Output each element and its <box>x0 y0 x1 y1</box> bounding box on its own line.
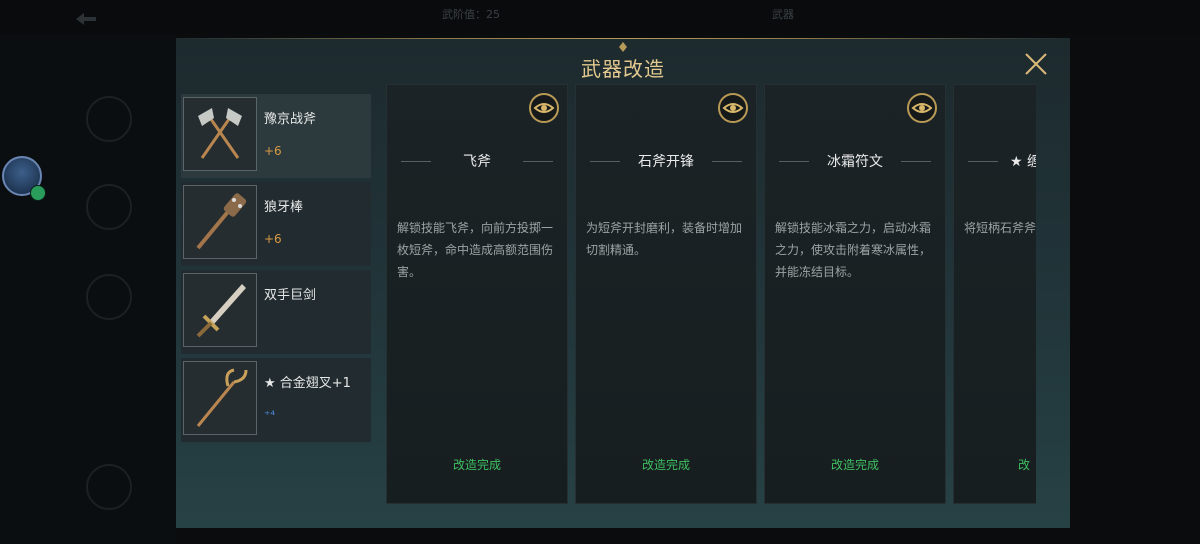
card-status: 改 <box>1018 458 1031 472</box>
weapon-level: +6 <box>264 232 282 246</box>
card-title-row: 飞斧 <box>387 151 567 171</box>
right-area <box>1070 34 1200 544</box>
weapon-level: ⁺⁴ <box>264 408 276 422</box>
card-description: 解锁技能飞斧，向前方投掷一枚短斧，命中造成高额范围伤害。 <box>397 221 554 279</box>
weapon-tab-text: 武器 <box>772 8 794 21</box>
sidebar-dim-icon <box>86 184 132 230</box>
mace-icon <box>183 185 257 259</box>
divider <box>523 161 553 162</box>
card-title-row: 冰霜符文 <box>765 151 945 171</box>
sword-icon <box>183 273 257 347</box>
sidebar-dim-icon <box>86 274 132 320</box>
modification-card[interactable]: 飞斧 解锁技能飞斧，向前方投掷一枚短斧，命中造成高额范围伤害。 改造完成 <box>386 84 568 504</box>
modification-card[interactable]: ★ 缠 将短柄石斧斧，大幅提升力。 改 <box>953 84 1036 504</box>
divider <box>968 161 998 162</box>
axe-icon <box>183 97 257 171</box>
card-description: 将短柄石斧斧，大幅提升力。 <box>964 221 1036 235</box>
trident-icon <box>183 361 257 435</box>
weapon-modify-dialog: 武器改造 豫京战斧 +6 狼牙棒 +6 双手巨剑 ★ 合金翅叉+1 ⁺⁴ 飞斧 … <box>176 38 1070 528</box>
weapon-list: 豫京战斧 +6 狼牙棒 +6 双手巨剑 ★ 合金翅叉+1 ⁺⁴ <box>181 94 373 446</box>
divider <box>901 161 931 162</box>
weapon-name: 豫京战斧 <box>264 112 317 127</box>
weapon-item[interactable]: 豫京战斧 +6 <box>181 94 371 178</box>
modification-card[interactable]: 石斧开锋 为短斧开封磨利，装备时增加切割精通。 改造完成 <box>575 84 757 504</box>
card-status: 改造完成 <box>641 458 690 472</box>
voice-badge-icon <box>30 185 46 201</box>
modification-card[interactable]: 冰霜符文 解锁技能冰霜之力，启动冰霜之力，使攻击附着寒冰属性，并能冻结目标。 改… <box>764 84 946 504</box>
card-status: 改造完成 <box>830 458 879 472</box>
weapon-name: 狼牙棒 <box>264 200 304 215</box>
weapon-item[interactable]: 狼牙棒 +6 <box>181 182 371 266</box>
weapon-level: +6 <box>264 144 282 158</box>
divider <box>712 161 742 162</box>
ornament-icon <box>612 38 634 52</box>
top-bar: 武阶值：25 武器 <box>0 0 1200 34</box>
back-icon[interactable] <box>72 10 100 28</box>
weapon-name: ★ 合金翅叉+1 <box>264 376 351 391</box>
martial-value-text: 武阶值：25 <box>442 8 500 21</box>
weapon-item[interactable]: 双手巨剑 <box>181 270 371 354</box>
eye-icon[interactable] <box>718 93 748 123</box>
card-title: ★ 缠 <box>1010 154 1036 170</box>
eye-icon[interactable] <box>529 93 559 123</box>
bottom-edge <box>175 528 1070 544</box>
card-description: 解锁技能冰霜之力，启动冰霜之力，使攻击附着寒冰属性，并能冻结目标。 <box>775 221 932 279</box>
weapon-item[interactable]: ★ 合金翅叉+1 ⁺⁴ <box>181 358 371 442</box>
left-sidebar <box>0 34 175 544</box>
weapon-name: 双手巨剑 <box>264 288 317 303</box>
card-title-row: ★ 缠 <box>954 151 1036 171</box>
card-description: 为短斧开封磨利，装备时增加切割精通。 <box>586 221 743 257</box>
eye-icon[interactable] <box>907 93 937 123</box>
close-icon[interactable] <box>1022 50 1050 78</box>
card-title-row: 石斧开锋 <box>576 151 756 171</box>
modification-cards: 飞斧 解锁技能飞斧，向前方投掷一枚短斧，命中造成高额范围伤害。 改造完成 石斧开… <box>386 84 1036 504</box>
dialog-title: 武器改造 <box>581 57 665 81</box>
card-status: 改造完成 <box>452 458 501 472</box>
sidebar-dim-icon <box>86 464 132 510</box>
sidebar-dim-icon <box>86 96 132 142</box>
